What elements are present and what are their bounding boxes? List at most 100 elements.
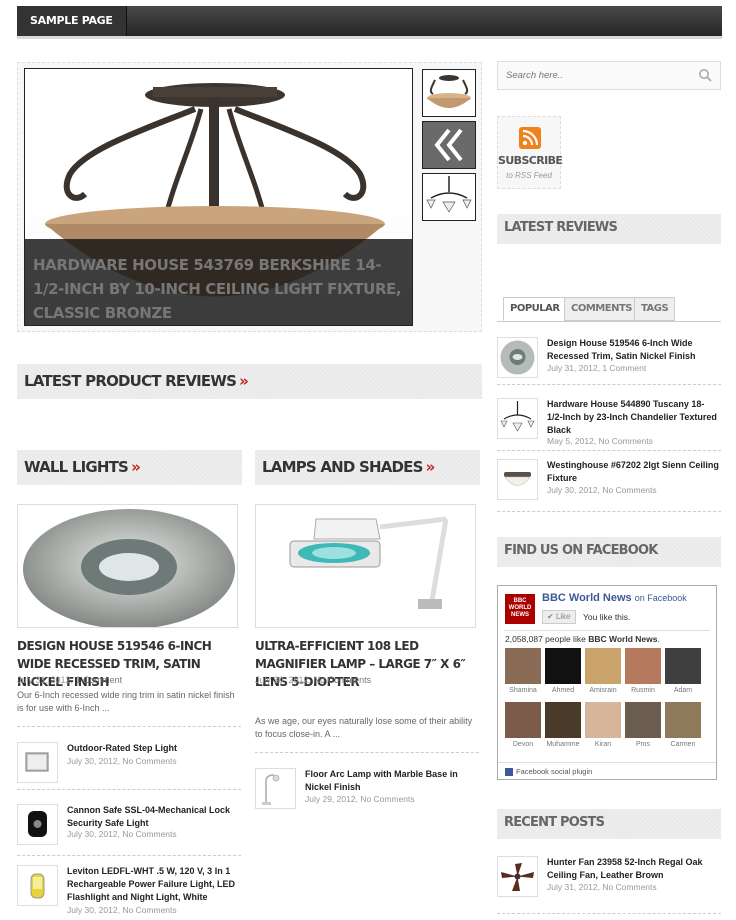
fb-friend-name[interactable]: Devon <box>501 741 545 748</box>
item-meta: July 31, 2012, No Comments <box>547 882 657 892</box>
tab-comments[interactable]: COMMENTS <box>564 297 639 321</box>
item-title[interactable]: Outdoor-Rated Step Light <box>67 742 245 755</box>
fb-avatar-1[interactable] <box>505 648 541 684</box>
item-title[interactable]: Design House 519546 6-Inch Wide Recessed… <box>547 337 719 363</box>
wall-lights-item-3[interactable]: Leviton LEDFL-WHT .5 W, 120 V, 3 In 1 Re… <box>17 865 243 920</box>
ceiling-light-thumb-icon <box>427 75 471 108</box>
fb-friend-name[interactable]: Kiran <box>581 741 625 748</box>
post-date: July 31, 2012, <box>547 363 600 373</box>
fb-friend-name[interactable]: Carmen <box>661 741 705 748</box>
find-us-on-facebook-heading: FIND US ON FACEBOOK <box>497 537 721 567</box>
lamps-featured-meta: July 30, 2012, No Comments <box>255 675 371 685</box>
fb-like-button[interactable]: ✔ Like <box>542 610 576 624</box>
post-comments-link[interactable]: No Comments <box>599 436 653 446</box>
lamps-item-1[interactable]: Floor Arc Lamp with Marble Base in Nicke… <box>255 768 481 816</box>
item-title[interactable]: Westinghouse #67202 2lgt Sienn Ceiling F… <box>547 459 719 485</box>
fb-avatar-6[interactable] <box>505 702 541 738</box>
lamps-and-shades-title[interactable]: LAMPS AND SHADES» <box>262 458 435 476</box>
post-date: July 31, 2012, <box>17 675 74 685</box>
search-input[interactable] <box>498 62 688 89</box>
post-comments-link[interactable]: No Comments <box>360 794 414 804</box>
heading-text[interactable]: WALL LIGHTS <box>24 458 129 476</box>
popular-item-1[interactable]: Design House 519546 6-Inch Wide Recessed… <box>497 337 723 385</box>
post-comments-link[interactable]: No Comments <box>602 485 656 495</box>
post-comments-link[interactable]: 1 Comment <box>602 363 646 373</box>
divider <box>17 789 241 790</box>
fb-friend-name[interactable]: Muhamme <box>541 741 585 748</box>
recent-posts-title: RECENT POSTS <box>504 815 605 830</box>
ceiling-fan-thumb[interactable] <box>497 856 538 897</box>
item-title[interactable]: Floor Arc Lamp with Marble Base in Nicke… <box>305 768 483 794</box>
post-comments-link[interactable]: No Comments <box>602 882 656 892</box>
magnifier-lamp-image <box>289 516 449 609</box>
slide-caption-text[interactable]: Hardware House 543769 Berkshire 14-1/2-I… <box>33 256 402 322</box>
fb-friend-name[interactable]: Pms <box>621 741 665 748</box>
item-title[interactable]: Cannon Safe SSL-04-Mechanical Lock Secur… <box>67 804 245 830</box>
fb-avatar-4[interactable] <box>625 648 661 684</box>
post-comments-link[interactable]: No Comments <box>122 829 176 839</box>
fb-avatar-10[interactable] <box>665 702 701 738</box>
post-comments-link[interactable]: No Comments <box>314 675 372 685</box>
fb-avatar-8[interactable] <box>585 702 621 738</box>
double-arrow-icon: » <box>425 458 436 476</box>
fb-friend-name[interactable]: Shamina <box>501 687 545 694</box>
item-title[interactable]: Hunter Fan 23958 52-Inch Regal Oak Ceili… <box>547 856 719 882</box>
ceiling-fan-icon <box>501 863 534 891</box>
night-light-thumb[interactable] <box>17 865 58 906</box>
heading-text[interactable]: LAMPS AND SHADES <box>262 458 423 476</box>
recent-post-1[interactable]: Hunter Fan 23958 52-Inch Regal Oak Ceili… <box>497 856 723 904</box>
slide-main[interactable]: Hardware House 543769 Berkshire 14-1/2-I… <box>24 68 413 326</box>
wall-lights-featured-image[interactable] <box>17 504 238 628</box>
recessed-trim-thumb-icon <box>500 340 535 375</box>
item-meta: May 5, 2012, No Comments <box>547 436 653 446</box>
wall-lights-heading: WALL LIGHTS» <box>17 450 242 485</box>
subscribe-label[interactable]: SUBSCRIBE <box>498 154 563 167</box>
latest-reviews-title: LATEST REVIEWS <box>504 220 618 235</box>
fb-friend-name[interactable]: Rusmin <box>621 687 665 694</box>
rss-icon <box>519 127 541 149</box>
step-light-thumb[interactable] <box>17 742 58 783</box>
wall-lights-title[interactable]: WALL LIGHTS» <box>24 458 141 476</box>
fb-avatar-9[interactable] <box>625 702 661 738</box>
popular-thumb-3[interactable] <box>497 459 538 500</box>
popular-item-3[interactable]: Westinghouse #67202 2lgt Sienn Ceiling F… <box>497 459 723 507</box>
fb-avatar-3[interactable] <box>585 648 621 684</box>
post-comments-link[interactable]: No Comments <box>122 905 176 915</box>
wall-lights-item-2[interactable]: Cannon Safe SSL-04-Mechanical Lock Secur… <box>17 804 243 852</box>
post-comments-link[interactable]: 1 Comment <box>76 675 123 685</box>
fb-friend-name[interactable]: Ahmed <box>541 687 585 694</box>
item-title[interactable]: Hardware House 544890 Tuscany 18-1/2-Inc… <box>547 398 719 437</box>
fb-friend-name[interactable]: Amisrain <box>581 687 625 694</box>
nav-item-sample-page[interactable]: SAMPLE PAGE <box>17 6 127 36</box>
slide-caption[interactable]: Hardware House 543769 Berkshire 14-1/2-I… <box>25 239 412 325</box>
fb-avatar-7[interactable] <box>545 702 581 738</box>
popular-thumb-2[interactable] <box>497 398 538 439</box>
wall-lights-item-1[interactable]: Outdoor-Rated Step Light July 30, 2012, … <box>17 742 243 790</box>
rss-subscribe[interactable]: SUBSCRIBE to RSS Feed <box>497 116 563 189</box>
divider <box>255 752 479 753</box>
fb-avatar-2[interactable] <box>545 648 581 684</box>
lamps-featured-image[interactable] <box>255 504 476 628</box>
safe-light-thumb[interactable] <box>17 804 58 845</box>
slider-thumb-3[interactable] <box>422 173 476 221</box>
popular-thumb-1[interactable] <box>497 337 538 378</box>
recessed-trim-image <box>23 509 235 627</box>
tab-tags[interactable]: TAGS <box>634 297 676 321</box>
popular-item-2[interactable]: Hardware House 544890 Tuscany 18-1/2-Inc… <box>497 398 723 446</box>
post-comments-link[interactable]: No Comments <box>122 756 176 766</box>
floor-arc-lamp-thumb[interactable] <box>255 768 296 809</box>
divider <box>497 450 721 451</box>
fb-on-facebook[interactable]: on Facebook <box>635 593 687 603</box>
bbc-logo[interactable]: BBC WORLD NEWS <box>505 594 535 624</box>
fb-social-plugin[interactable]: Facebook social plugin <box>505 767 592 777</box>
fb-page-link[interactable]: BBC World News <box>542 592 632 604</box>
fb-avatar-5[interactable] <box>665 648 701 684</box>
item-title[interactable]: Leviton LEDFL-WHT .5 W, 120 V, 3 In 1 Re… <box>67 865 243 904</box>
slider-prev-button[interactable] <box>422 121 476 169</box>
search-icon[interactable] <box>698 68 712 82</box>
tab-popular[interactable]: POPULAR <box>503 297 567 321</box>
slider-thumb-1[interactable] <box>422 69 476 117</box>
fb-count-page[interactable]: BBC World News <box>588 634 657 644</box>
fb-friend-name[interactable]: Adam <box>661 687 705 694</box>
fb-plugin-label[interactable]: Facebook social plugin <box>516 767 592 776</box>
